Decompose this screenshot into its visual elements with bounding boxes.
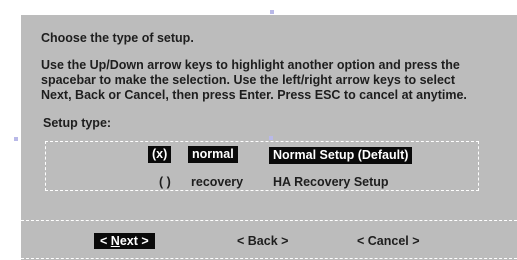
dialog-heading: Choose the type of setup. bbox=[41, 31, 194, 45]
button-divider bbox=[21, 220, 517, 221]
corner-marker-left bbox=[14, 137, 18, 141]
next-button-suffix: > bbox=[137, 234, 149, 248]
next-button-hotkey: N bbox=[110, 234, 120, 248]
option-normal-radio[interactable]: (x) bbox=[148, 146, 172, 163]
setup-options-box bbox=[45, 141, 479, 191]
instructions-text: Use the Up/Down arrow keys to highlight … bbox=[41, 58, 467, 103]
option-recovery-name[interactable]: recovery bbox=[191, 175, 243, 189]
option-normal-description[interactable]: Normal Setup (Default) bbox=[269, 147, 413, 164]
bottom-dashed-line bbox=[21, 258, 517, 259]
next-button-rest: ext bbox=[119, 234, 138, 248]
next-button[interactable]: < Next > bbox=[94, 233, 155, 249]
instructions-line-2: spacebar to make the selection. Use the … bbox=[41, 73, 456, 87]
option-normal-name[interactable]: normal bbox=[188, 146, 238, 163]
instructions-line-3: Next, Back or Cancel, then press Enter. … bbox=[41, 88, 467, 102]
instructions-line-1: Use the Up/Down arrow keys to highlight … bbox=[41, 58, 460, 72]
option-recovery-radio[interactable]: ( ) bbox=[159, 175, 171, 189]
setup-type-label: Setup type: bbox=[43, 116, 112, 130]
back-button[interactable]: < Back > bbox=[237, 234, 288, 248]
option-recovery-description[interactable]: HA Recovery Setup bbox=[273, 175, 389, 189]
corner-marker-top bbox=[270, 10, 274, 14]
setup-dialog: Choose the type of setup. Use the Up/Dow… bbox=[21, 15, 517, 260]
corner-marker-center bbox=[269, 136, 273, 140]
next-button-prefix: < bbox=[100, 234, 111, 248]
cancel-button[interactable]: < Cancel > bbox=[357, 234, 420, 248]
